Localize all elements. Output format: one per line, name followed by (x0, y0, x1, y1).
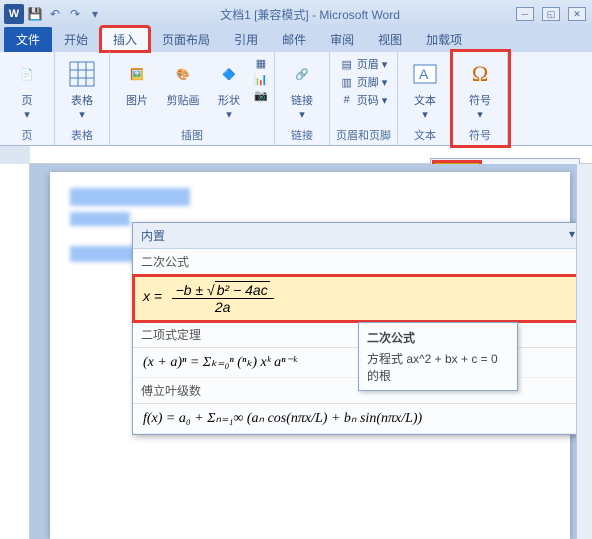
tab-home[interactable]: 开始 (52, 27, 100, 52)
header-button[interactable]: ▤页眉 ▾ (340, 56, 388, 72)
close-button[interactable]: ✕ (568, 7, 586, 21)
table-icon (66, 58, 98, 90)
tab-layout[interactable]: 页面布局 (150, 27, 222, 52)
screenshot-button[interactable]: 📷 (254, 88, 268, 102)
group-links: 🔗 链接▾ 链接 (275, 52, 330, 145)
gallery-category-quadratic: 二次公式 (133, 249, 583, 275)
header-icon: ▤ (340, 57, 354, 71)
footer-icon: ▥ (340, 75, 354, 89)
gallery-item-fourier[interactable]: f(x) = a₀ + Σₙ₌₁∞ (aₙ cos(nπx/L) + bₙ si… (133, 404, 583, 434)
chart-icon: 📊 (254, 72, 268, 86)
textbox-button[interactable]: A 文本▾ (404, 56, 446, 123)
equation-preview: (x + a)ⁿ = Σₖ₌₀ⁿ (ⁿₖ) xᵏ aⁿ⁻ᵏ (143, 355, 297, 370)
chevron-down-icon: ▾ (24, 108, 30, 121)
tab-review[interactable]: 审阅 (318, 27, 366, 52)
tab-addins[interactable]: 加载项 (414, 27, 474, 52)
vertical-ruler[interactable] (0, 164, 30, 539)
page-icon: 📄 (11, 58, 43, 90)
link-icon: 🔗 (286, 58, 318, 90)
equation-preview: f(x) = a₀ + Σₙ₌₁∞ (aₙ cos(nπx/L) + bₙ si… (143, 411, 422, 426)
illustrations-more: ▦ 📊 📷 (254, 56, 268, 102)
shapes-button[interactable]: 🔷 形状▾ (208, 56, 250, 123)
textbox-icon: A (409, 58, 441, 90)
picture-icon: 🖼️ (121, 58, 153, 90)
chart-button[interactable]: 📊 (254, 72, 268, 86)
chevron-down-icon: ▾ (422, 108, 428, 121)
equation-tooltip: 二次公式 方程式 ax^2 + bx + c = 0 的根 (358, 322, 518, 391)
vertical-scrollbar[interactable] (576, 164, 592, 539)
chevron-down-icon[interactable]: ▾ (569, 227, 575, 244)
window-title: 文档1 [兼容模式] - Microsoft Word (104, 6, 516, 23)
ribbon: 📄 页▾ 页 表格▾ 表格 🖼️ 图片 🎨 剪贴画 🔷 (0, 52, 592, 146)
group-illustrations: 🖼️ 图片 🎨 剪贴画 🔷 形状▾ ▦ 📊 📷 插图 (110, 52, 275, 145)
clipart-button[interactable]: 🎨 剪贴画 (162, 56, 204, 110)
symbol-button[interactable]: Ω 符号▾ (459, 56, 501, 123)
text-placeholder (70, 212, 130, 226)
tooltip-title: 二次公式 (367, 329, 509, 346)
tab-view[interactable]: 视图 (366, 27, 414, 52)
group-symbols: Ω 符号▾ 符号 (453, 52, 508, 145)
smartart-button[interactable]: ▦ (254, 56, 268, 70)
tab-insert[interactable]: 插入 (100, 26, 150, 52)
chevron-down-icon: ▾ (299, 108, 305, 121)
links-button[interactable]: 🔗 链接▾ (281, 56, 323, 123)
qat-dropdown-icon[interactable]: ▾ (86, 5, 104, 23)
clipart-icon: 🎨 (167, 58, 199, 90)
undo-icon[interactable]: ↶ (46, 5, 64, 23)
gallery-header: 内置 ▾ (133, 223, 583, 249)
redo-icon[interactable]: ↷ (66, 5, 84, 23)
minimize-button[interactable]: ─ (516, 7, 534, 21)
picture-button[interactable]: 🖼️ 图片 (116, 56, 158, 110)
pagenum-button[interactable]: #页码 ▾ (340, 92, 388, 108)
svg-text:A: A (419, 66, 429, 82)
tooltip-description: 方程式 ax^2 + bx + c = 0 的根 (367, 350, 509, 384)
text-placeholder (70, 188, 190, 206)
chevron-down-icon: ▾ (226, 108, 232, 121)
title-bar: W 💾 ↶ ↷ ▾ 文档1 [兼容模式] - Microsoft Word ─ … (0, 0, 592, 28)
tab-references[interactable]: 引用 (222, 27, 270, 52)
footer-button[interactable]: ▥页脚 ▾ (340, 74, 388, 90)
ribbon-tabs: 文件 开始 插入 页面布局 引用 邮件 审阅 视图 加载项 (0, 28, 592, 52)
gallery-item-quadratic[interactable]: x = −b ± √b² − 4ac 2a (133, 275, 583, 322)
table-button[interactable]: 表格▾ (61, 56, 103, 123)
chevron-down-icon: ▾ (477, 108, 483, 121)
quick-access-toolbar: W 💾 ↶ ↷ ▾ (0, 4, 104, 24)
group-pages: 📄 页▾ 页 (0, 52, 55, 145)
restore-button[interactable]: ◱ (542, 7, 560, 21)
save-icon[interactable]: 💾 (26, 5, 44, 23)
shapes-icon: 🔷 (213, 58, 245, 90)
omega-icon: Ω (464, 58, 496, 90)
group-headerfooter: ▤页眉 ▾ ▥页脚 ▾ #页码 ▾ 页眉和页脚 (330, 52, 398, 145)
group-tables: 表格▾ 表格 (55, 52, 110, 145)
pagenum-icon: # (340, 93, 354, 107)
chevron-down-icon: ▾ (79, 108, 85, 121)
equation-preview: x = −b ± √b² − 4ac 2a (143, 290, 274, 305)
word-icon: W (4, 4, 24, 24)
window-controls: ─ ◱ ✕ (516, 7, 592, 21)
group-text: A 文本▾ 文本 (398, 52, 453, 145)
tab-mailings[interactable]: 邮件 (270, 27, 318, 52)
pages-button[interactable]: 📄 页▾ (6, 56, 48, 123)
tab-file[interactable]: 文件 (4, 27, 52, 52)
screenshot-icon: 📷 (254, 88, 268, 102)
smartart-icon: ▦ (254, 56, 268, 70)
